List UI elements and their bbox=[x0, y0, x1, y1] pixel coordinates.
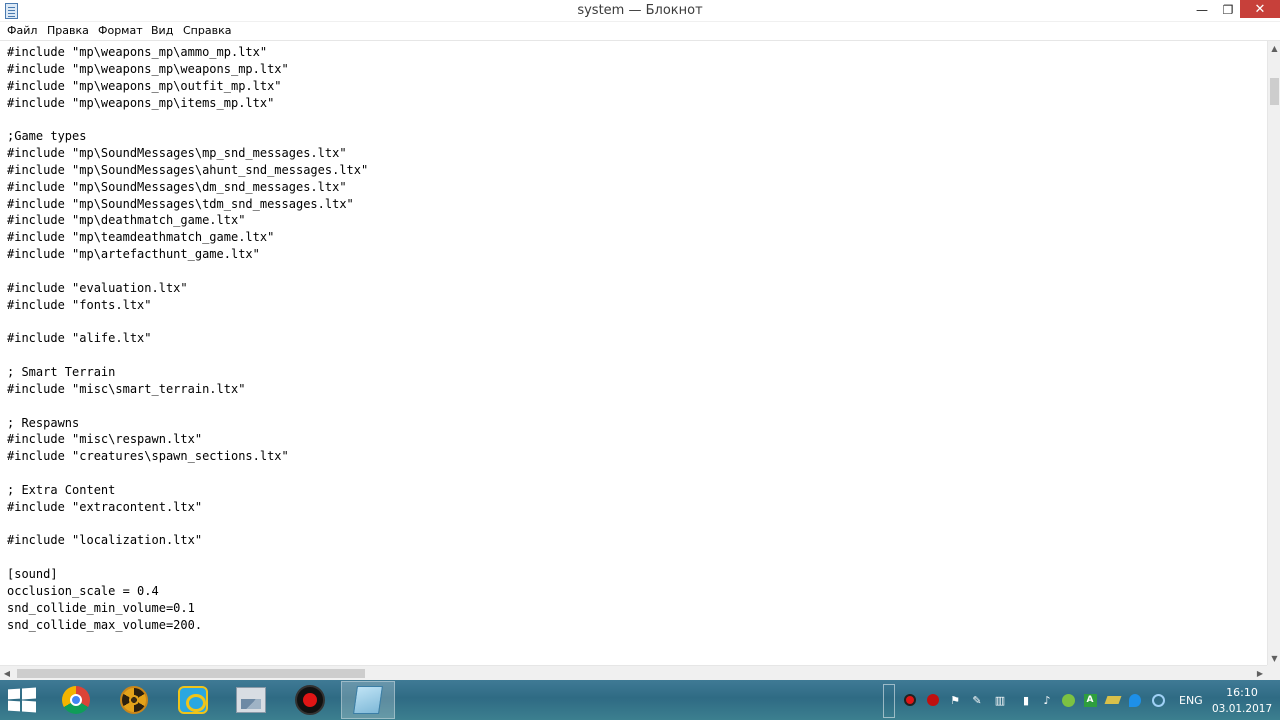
menu-edit[interactable]: Правка bbox=[47, 24, 89, 37]
scroll-up-icon[interactable]: ▲ bbox=[1268, 41, 1280, 55]
text-line[interactable]: #include "mp\SoundMessages\mp_snd_messag… bbox=[7, 145, 368, 162]
text-line[interactable]: #include "mp\SoundMessages\dm_snd_messag… bbox=[7, 179, 368, 196]
text-line[interactable]: #include "misc\smart_terrain.ltx" bbox=[7, 381, 368, 398]
record-tray-icon[interactable] bbox=[903, 693, 917, 707]
taskbar-recorder[interactable] bbox=[283, 681, 337, 719]
text-line[interactable]: #include "mp\weapons_mp\weapons_mp.ltx" bbox=[7, 61, 368, 78]
taskbar-file-explorer[interactable] bbox=[166, 681, 220, 719]
sync-icon[interactable] bbox=[1151, 693, 1165, 707]
text-line[interactable]: ;Game types bbox=[7, 128, 368, 145]
text-line[interactable]: #include "creatures\spawn_sections.ltx" bbox=[7, 448, 368, 465]
menu-bar: Файл Правка Формат Вид Справка bbox=[0, 22, 1280, 41]
layers-icon[interactable] bbox=[1104, 693, 1122, 707]
text-editor[interactable]: #include "mp\weapons_mp\ammo_mp.ltx" #inc… bbox=[0, 41, 1267, 665]
start-button[interactable] bbox=[8, 687, 36, 713]
text-line[interactable] bbox=[7, 465, 368, 482]
vertical-scrollbar[interactable]: ▲ ▼ bbox=[1267, 41, 1280, 665]
notepad-icon bbox=[353, 686, 383, 714]
text-line[interactable]: #include "mp\weapons_mp\outfit_mp.ltx" bbox=[7, 78, 368, 95]
menu-file[interactable]: Файл bbox=[7, 24, 37, 37]
text-line[interactable]: snd_collide_max_volume=200. bbox=[7, 617, 368, 634]
clock-time[interactable]: 16:10 bbox=[1218, 686, 1266, 699]
vertical-scroll-thumb[interactable] bbox=[1270, 78, 1279, 105]
maximize-button[interactable]: ❐ bbox=[1214, 0, 1242, 20]
window-title: system — Блокнот bbox=[577, 3, 703, 18]
text-line[interactable]: snd_collide_min_volume=0.1 bbox=[7, 600, 368, 617]
photos-icon bbox=[236, 687, 266, 713]
text-line[interactable]: #include "mp\SoundMessages\tdm_snd_messa… bbox=[7, 196, 368, 213]
scroll-right-icon[interactable]: ▶ bbox=[1253, 666, 1267, 681]
recorder-tray-icon[interactable] bbox=[926, 693, 940, 707]
minimize-button[interactable]: — bbox=[1188, 0, 1216, 20]
blue-app-icon[interactable] bbox=[1128, 693, 1142, 707]
text-line[interactable]: #include "alife.ltx" bbox=[7, 330, 368, 347]
network-icon[interactable]: ▥ bbox=[993, 693, 1007, 707]
menu-format[interactable]: Формат bbox=[98, 24, 143, 37]
a-app-icon[interactable]: A bbox=[1083, 693, 1097, 707]
text-line[interactable] bbox=[7, 347, 368, 364]
text-line[interactable]: #include "mp\weapons_mp\items_mp.ltx" bbox=[7, 95, 368, 112]
taskbar-stalker[interactable] bbox=[107, 681, 161, 719]
chrome-icon bbox=[62, 686, 90, 714]
language-indicator[interactable]: ENG bbox=[1179, 694, 1203, 707]
scroll-left-icon[interactable]: ◀ bbox=[0, 666, 14, 681]
title-bar: system — Блокнот — ❐ ✕ bbox=[0, 0, 1280, 22]
editor-content[interactable]: #include "mp\weapons_mp\ammo_mp.ltx" #inc… bbox=[7, 44, 368, 634]
text-line[interactable]: #include "misc\respawn.ltx" bbox=[7, 431, 368, 448]
tray-overflow[interactable] bbox=[883, 684, 895, 718]
text-line[interactable]: occlusion_scale = 0.4 bbox=[7, 583, 368, 600]
text-line[interactable]: #include "evaluation.ltx" bbox=[7, 280, 368, 297]
horizontal-scrollbar[interactable]: ◀ ▶ bbox=[0, 665, 1267, 680]
action-center-icon[interactable]: ✎ bbox=[970, 693, 984, 707]
volume-icon[interactable]: ♪ bbox=[1040, 693, 1054, 707]
text-line[interactable]: #include "mp\SoundMessages\ahunt_snd_mes… bbox=[7, 162, 368, 179]
menu-help[interactable]: Справка bbox=[183, 24, 231, 37]
battery-icon[interactable]: ▮ bbox=[1019, 693, 1033, 707]
text-line[interactable]: #include "mp\deathmatch_game.ltx" bbox=[7, 212, 368, 229]
text-line[interactable]: [sound] bbox=[7, 566, 368, 583]
taskbar-chrome[interactable] bbox=[49, 681, 103, 719]
text-line[interactable] bbox=[7, 111, 368, 128]
scrollbar-corner bbox=[1267, 665, 1280, 680]
text-line[interactable]: #include "mp\weapons_mp\ammo_mp.ltx" bbox=[7, 44, 368, 61]
text-line[interactable] bbox=[7, 263, 368, 280]
text-line[interactable]: #include "localization.ltx" bbox=[7, 532, 368, 549]
text-line[interactable] bbox=[7, 549, 368, 566]
taskbar-notepad[interactable] bbox=[341, 681, 395, 719]
taskbar-photos[interactable] bbox=[224, 681, 278, 719]
text-line[interactable] bbox=[7, 516, 368, 533]
close-button[interactable]: ✕ bbox=[1240, 0, 1280, 18]
green-app-icon[interactable] bbox=[1061, 693, 1075, 707]
text-line[interactable]: #include "mp\artefacthunt_game.ltx" bbox=[7, 246, 368, 263]
text-line[interactable]: #include "fonts.ltx" bbox=[7, 297, 368, 314]
flag-icon[interactable]: ⚑ bbox=[948, 693, 962, 707]
folder-icon bbox=[178, 686, 208, 714]
text-line[interactable]: ; Smart Terrain bbox=[7, 364, 368, 381]
windows-logo-icon bbox=[8, 688, 20, 700]
horizontal-scroll-thumb[interactable] bbox=[17, 669, 365, 678]
text-line[interactable] bbox=[7, 314, 368, 331]
record-icon bbox=[295, 685, 325, 715]
text-line[interactable]: ; Respawns bbox=[7, 415, 368, 432]
text-line[interactable]: ; Extra Content bbox=[7, 482, 368, 499]
text-line[interactable]: #include "extracontent.ltx" bbox=[7, 499, 368, 516]
text-line[interactable]: #include "mp\teamdeathmatch_game.ltx" bbox=[7, 229, 368, 246]
scroll-down-icon[interactable]: ▼ bbox=[1268, 651, 1280, 665]
radiation-icon bbox=[120, 686, 148, 714]
text-line[interactable] bbox=[7, 398, 368, 415]
clock-date[interactable]: 03.01.2017 bbox=[1212, 703, 1272, 715]
menu-view[interactable]: Вид bbox=[151, 24, 173, 37]
